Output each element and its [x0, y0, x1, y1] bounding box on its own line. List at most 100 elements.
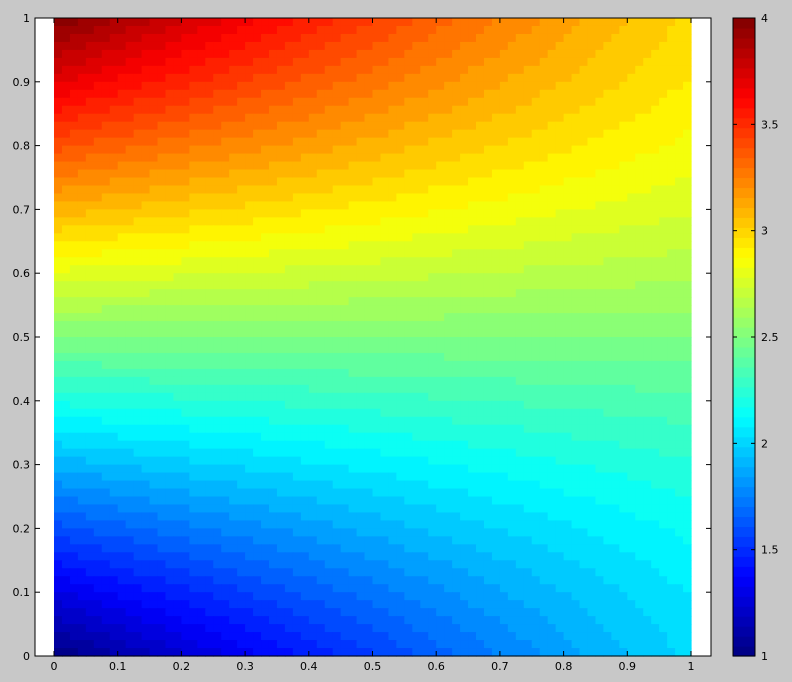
contour-cell	[651, 129, 660, 139]
contour-cell	[667, 185, 676, 195]
contour-cell	[340, 129, 350, 139]
contour-cell	[221, 456, 230, 466]
contour-cell	[245, 448, 254, 458]
contour-cell	[261, 233, 270, 242]
contour-cell	[364, 360, 374, 370]
contour-cell	[667, 281, 676, 290]
contour-cell	[348, 400, 358, 410]
contour-cell	[284, 408, 294, 418]
contour-cell	[364, 33, 374, 43]
contour-cell	[547, 408, 557, 418]
contour-cell	[595, 225, 605, 234]
contour-cell	[189, 25, 198, 35]
contour-cell	[284, 376, 294, 386]
contour-cell	[109, 33, 119, 43]
contour-cell	[61, 464, 71, 474]
contour-cell	[635, 281, 644, 290]
contour-cell	[460, 297, 469, 306]
contour-cell	[667, 257, 676, 266]
contour-cell	[308, 400, 318, 410]
contour-cell	[675, 153, 684, 163]
contour-cell	[396, 225, 405, 234]
contour-cell	[595, 289, 605, 298]
contour-cell	[189, 257, 198, 266]
contour-cell	[61, 145, 71, 155]
contour-cell	[412, 65, 421, 75]
contour-cell	[54, 305, 63, 314]
contour-cell	[181, 73, 190, 83]
contour-cell	[460, 496, 469, 506]
contour-cell	[547, 185, 557, 195]
contour-cell	[308, 384, 318, 394]
contour-cell	[245, 65, 254, 75]
contour-cell	[476, 344, 485, 354]
contour-cell	[85, 105, 95, 115]
contour-cell	[117, 456, 127, 466]
contour-cell	[364, 488, 374, 498]
contour-cell	[396, 313, 405, 322]
contour-cell	[515, 81, 525, 91]
contour-cell	[667, 209, 676, 218]
contour-cell	[444, 448, 453, 458]
contour-cell	[531, 233, 541, 242]
contour-cell	[571, 392, 581, 402]
contour-cell	[197, 33, 206, 43]
contour-cell	[229, 496, 238, 506]
contour-cell	[133, 201, 143, 210]
contour-cell	[611, 504, 620, 514]
contour-cell	[651, 329, 660, 338]
contour-cell	[109, 337, 119, 346]
contour-cell	[61, 18, 71, 27]
contour-cell	[173, 89, 182, 99]
contour-cell	[125, 145, 135, 155]
contour-cell	[324, 384, 334, 394]
contour-cell	[300, 49, 310, 59]
contour-cell	[308, 193, 318, 203]
contour-cell	[149, 368, 159, 378]
contour-cell	[181, 193, 190, 203]
contour-cell	[452, 281, 461, 290]
contour-cell	[651, 337, 660, 346]
contour-cell	[213, 185, 222, 195]
contour-cell	[539, 161, 549, 171]
contour-cell	[268, 233, 278, 242]
contour-cell	[332, 209, 342, 218]
contour-cell	[460, 313, 469, 322]
contour-cell	[261, 360, 270, 370]
contour-cell	[253, 448, 262, 458]
contour-cell	[133, 265, 143, 274]
contour-cell	[635, 113, 644, 123]
contour-cell	[396, 464, 405, 474]
contour-cell	[635, 25, 644, 35]
contour-cell	[197, 297, 206, 306]
contour-cell	[515, 169, 525, 179]
contour-cell	[85, 177, 95, 187]
contour-cell	[221, 305, 230, 314]
contour-cell	[340, 368, 350, 378]
contour-cell	[515, 145, 525, 155]
contour-cell	[229, 169, 238, 179]
contour-cell	[571, 129, 581, 139]
contour-cell	[364, 368, 374, 378]
contour-cell	[460, 113, 469, 123]
contour-cell	[483, 97, 493, 107]
contour-cell	[507, 265, 517, 274]
contour-cell	[245, 329, 254, 338]
contour-cell	[125, 241, 135, 250]
contour-cell	[324, 376, 334, 386]
contour-cell	[444, 225, 453, 234]
contour-cell	[651, 121, 660, 131]
contour-cell	[555, 33, 565, 43]
contour-cell	[54, 89, 63, 99]
contour-cell	[54, 153, 63, 163]
contour-cell	[468, 424, 477, 434]
contour-cell	[141, 57, 151, 67]
contour-cell	[683, 121, 692, 131]
contour-cell	[659, 49, 668, 59]
contour-cell	[444, 416, 453, 426]
contour-cell	[579, 488, 589, 498]
contour-cell	[404, 18, 413, 27]
contour-cell	[515, 360, 525, 370]
contour-cell	[197, 376, 206, 386]
contour-cell	[547, 49, 557, 59]
